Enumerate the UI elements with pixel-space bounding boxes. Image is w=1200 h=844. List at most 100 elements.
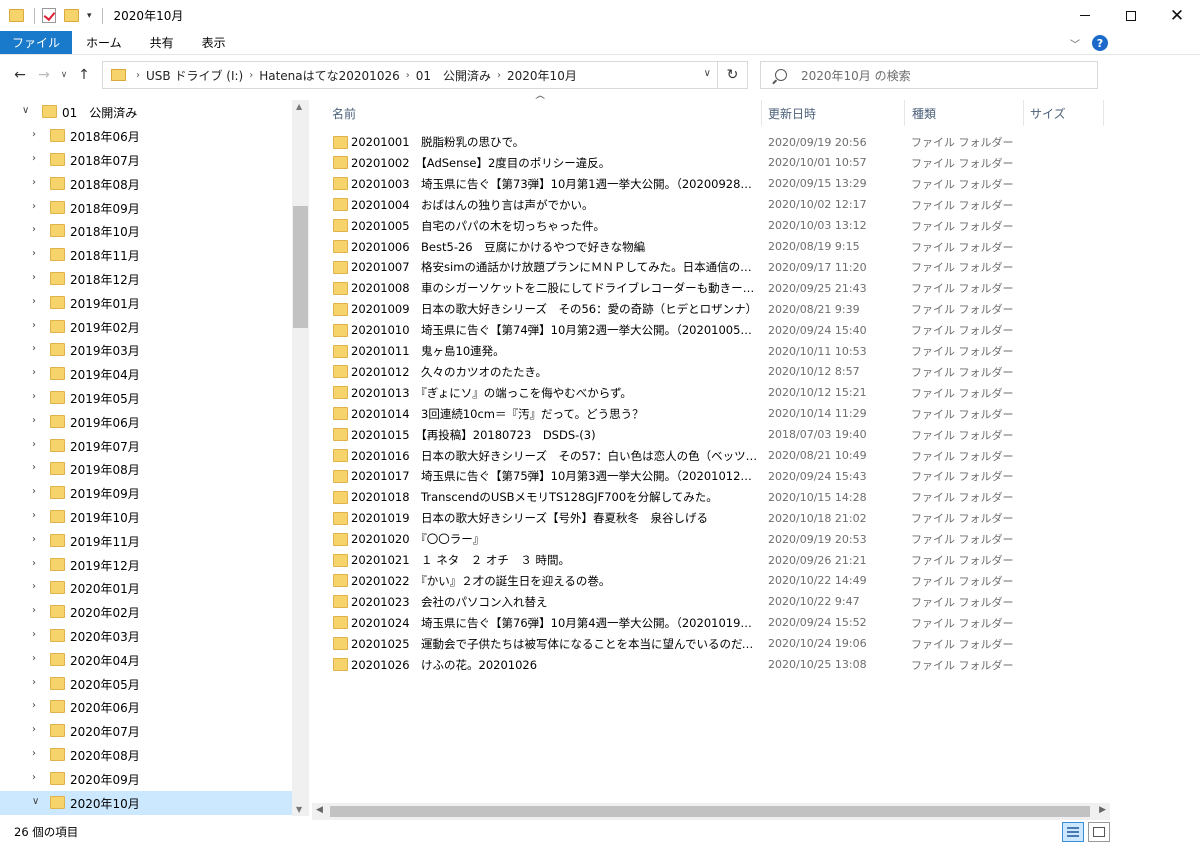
chevron-right-icon[interactable]: › [32,748,36,759]
chevron-right-icon[interactable]: › [32,272,36,283]
table-row[interactable]: 20201006 Best5-26 豆腐にかけるやつで好きな物編 2020/08/… [328,236,1108,257]
details-view-button[interactable] [1062,822,1084,842]
scrollbar-thumb[interactable] [330,806,1090,817]
tree-item[interactable]: › 2019年04月 [0,362,292,386]
tree-item[interactable]: › 2020年04月 [0,648,292,672]
tree-item[interactable]: › 2020年07月 [0,719,292,743]
tree-item[interactable]: › 2018年12月 [0,267,292,291]
tree-item[interactable]: › 2018年08月 [0,172,292,196]
new-folder-icon[interactable] [64,9,79,22]
table-row[interactable]: 20201020 『〇〇ラー』 2020/09/19 20:53 ファイル フォルダ… [328,529,1108,550]
tree-item[interactable]: › 2019年10月 [0,505,292,529]
table-row[interactable]: 20201024 埼玉県に告ぐ【第76弾】10月第4週一挙大公開。（202010… [328,612,1108,633]
tree-item[interactable]: › 2019年08月 [0,457,292,481]
chevron-right-icon[interactable]: › [406,70,410,81]
chevron-right-icon[interactable]: › [32,462,36,473]
column-header-name[interactable]: 名前 [328,100,762,126]
tree-item[interactable]: › 2018年09月 [0,196,292,220]
tab-file[interactable]: ファイル [0,31,73,54]
table-row[interactable]: 20201008 車のシガーソケットを二股にしてドライブレコーダーも動きーの、ス… [328,278,1108,299]
chevron-right-icon[interactable]: › [497,70,501,81]
chevron-right-icon[interactable]: › [32,153,36,164]
minimize-button[interactable] [1062,0,1108,31]
tab-view[interactable]: 表示 [188,31,240,54]
tab-share[interactable]: 共有 [136,31,188,54]
column-header-type[interactable]: 種類 [905,100,1024,126]
chevron-right-icon[interactable]: › [32,415,36,426]
column-header-size[interactable]: サイズ [1024,100,1104,126]
table-row[interactable]: 20201017 埼玉県に告ぐ【第75弾】10月第3週一挙大公開。（202010… [328,466,1108,487]
back-arrow-icon[interactable]: ← [8,67,32,83]
chevron-right-icon[interactable]: › [32,367,36,378]
chevron-right-icon[interactable]: › [32,724,36,735]
chevron-right-icon[interactable]: › [32,581,36,592]
tree-item[interactable]: › 2018年06月 [0,124,292,148]
table-row[interactable]: 20201009 日本の歌大好きシリーズ その56：愛の奇跡（ヒデとロザンナ） 2… [328,299,1108,320]
tree-item[interactable]: ∨ 2020年10月 [0,790,292,815]
chevron-right-icon[interactable]: › [32,510,36,521]
expand-ribbon-icon[interactable]: ﹀ [1070,36,1080,51]
tree-item-parent[interactable]: ∨ 01 公開済み [0,100,292,124]
table-row[interactable]: 20201016 日本の歌大好きシリーズ その57：白い色は恋人の色（ベッツィ&… [328,445,1108,466]
scroll-down-icon[interactable]: ▼ [296,805,302,814]
chevron-right-icon[interactable]: › [32,391,36,402]
tree-item[interactable]: › 2020年02月 [0,600,292,624]
table-row[interactable]: 20201003 埼玉県に告ぐ【第73弾】10月第1週一挙大公開。（202009… [328,173,1108,194]
recent-locations-icon[interactable]: ∨ [56,70,72,80]
customize-toolbar-icon[interactable]: ▾ [87,11,92,21]
tree-item[interactable]: › 2018年10月 [0,219,292,243]
tree-item[interactable]: › 2020年08月 [0,743,292,767]
refresh-button[interactable]: ↻ [718,61,748,89]
table-row[interactable]: 20201021 １ ネタ ２ オチ ３ 時間。 2020/09/26 21:21… [328,550,1108,571]
table-row[interactable]: 20201023 会社のパソコン入れ替え 2020/10/22 9:47 ファイル … [328,591,1108,612]
chevron-right-icon[interactable]: › [32,605,36,616]
tree-item[interactable]: › 2020年03月 [0,624,292,648]
chevron-right-icon[interactable]: › [32,343,36,354]
table-row[interactable]: 20201004 おばはんの独り言は声がでかい。 2020/10/02 12:17… [328,194,1108,215]
chevron-right-icon[interactable]: › [32,534,36,545]
chevron-right-icon[interactable]: › [32,653,36,664]
table-row[interactable]: 20201013 『ぎょにソ』の端っこを侮やむべからず。 2020/10/12 1… [328,382,1108,403]
chevron-down-icon[interactable]: ∨ [704,68,711,79]
tree-item[interactable]: › 2018年11月 [0,243,292,267]
tree-item[interactable]: › 2020年06月 [0,695,292,719]
tree-item[interactable]: › 2019年05月 [0,386,292,410]
chevron-right-icon[interactable]: › [32,177,36,188]
forward-arrow-icon[interactable]: → [32,67,56,83]
tab-home[interactable]: ホーム [72,31,136,54]
chevron-right-icon[interactable]: › [32,201,36,212]
chevron-right-icon[interactable]: › [32,677,36,688]
chevron-right-icon[interactable]: › [32,224,36,235]
chevron-right-icon[interactable]: › [32,629,36,640]
chevron-right-icon[interactable]: › [32,439,36,450]
table-row[interactable]: 20201019 日本の歌大好きシリーズ【号外】春夏秋冬 泉谷しげる 2020/1… [328,508,1108,529]
tree-item[interactable]: › 2019年07月 [0,434,292,458]
tree-item[interactable]: › 2019年03月 [0,338,292,362]
nav-scrollbar[interactable]: ▲ ▼ [292,100,309,816]
address-bar[interactable]: › USB ドライブ (I:) › Hatenaはてな20201026 › 01… [102,61,718,89]
table-row[interactable]: 20201015 【再投稿】20180723 DSDS-(3) 2018/07/0… [328,424,1108,445]
table-row[interactable]: 20201014 3回連続10cm＝『汚』だって。どう思う？ 2020/10/14… [328,403,1108,424]
scroll-up-icon[interactable]: ▲ [296,102,302,111]
table-row[interactable]: 20201010 埼玉県に告ぐ【第74弾】10月第2週一挙大公開。（202010… [328,320,1108,341]
chevron-right-icon[interactable]: › [32,129,36,140]
chevron-right-icon[interactable]: › [32,296,36,307]
chevron-right-icon[interactable]: › [32,248,36,259]
table-row[interactable]: 20201001 脱脂粉乳の思ひで。 2020/09/19 20:56 ファイル フ… [328,132,1108,153]
search-input[interactable]: 2020年10月 の検索 [801,67,911,84]
chevron-right-icon[interactable]: › [136,70,140,81]
tree-item[interactable]: › 2019年01月 [0,291,292,315]
table-row[interactable]: 20201002 【AdSense】2度目のポリシー違反。 2020/10/01 … [328,152,1108,173]
tree-item[interactable]: › 2019年11月 [0,529,292,553]
scrollbar-thumb[interactable] [293,206,308,328]
table-row[interactable]: 20201007 格安simの通話かけ放題プランにＭＮＰしてみた。日本通信の『合… [328,257,1108,278]
up-arrow-icon[interactable]: ↑ [72,67,96,83]
chevron-right-icon[interactable]: › [32,772,36,783]
chevron-down-icon[interactable]: ∨ [32,796,39,807]
tree-item[interactable]: › 2020年09月 [0,767,292,791]
chevron-right-icon[interactable]: › [32,486,36,497]
help-icon[interactable]: ? [1092,35,1108,51]
tree-item[interactable]: › 2019年09月 [0,481,292,505]
search-box[interactable]: 2020年10月 の検索 [760,61,1098,89]
breadcrumb-drive[interactable]: USB ドライブ (I:) [146,67,243,84]
